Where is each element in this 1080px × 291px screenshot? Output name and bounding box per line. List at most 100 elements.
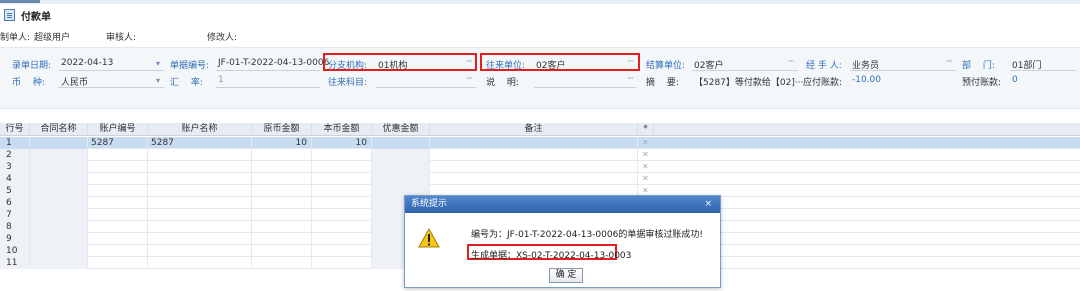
close-icon[interactable]: × (704, 196, 712, 213)
cell-orig-amount[interactable]: 10 (252, 137, 312, 149)
cell-orig-amount[interactable] (252, 245, 312, 257)
col-header-contract[interactable]: 合同名称 (30, 123, 88, 136)
cell-account-no[interactable] (88, 161, 148, 173)
cell-account-no[interactable] (88, 173, 148, 185)
active-tab-indicator[interactable] (0, 0, 40, 3)
cell-row-no[interactable]: 4 (0, 173, 30, 185)
cell-contract[interactable] (30, 209, 88, 221)
cell-account-name[interactable] (148, 149, 252, 161)
col-header-account-name[interactable]: 账户名称 (148, 123, 252, 136)
cell-account-name[interactable] (148, 209, 252, 221)
table-row[interactable]: 3 ✕ (0, 161, 1080, 173)
partner-picker-icon[interactable]: ··· (627, 57, 634, 67)
clear-row-icon[interactable]: ✕ (642, 138, 649, 147)
clear-row-icon[interactable]: ✕ (642, 162, 649, 171)
cell-contract[interactable] (30, 161, 88, 173)
cell-account-name[interactable] (148, 221, 252, 233)
cell-discount[interactable] (372, 137, 430, 149)
cell-contract[interactable] (30, 197, 88, 209)
cell-orig-amount[interactable] (252, 173, 312, 185)
branch-picker-icon[interactable]: ··· (466, 57, 473, 67)
currency-dropdown-icon[interactable]: ▾ (156, 76, 160, 85)
cell-row-no[interactable]: 5 (0, 185, 30, 197)
settle-picker-icon[interactable]: ··· (788, 57, 795, 67)
cell-orig-amount[interactable] (252, 161, 312, 173)
cell-row-no[interactable]: 9 (0, 233, 30, 245)
cell-account-no[interactable] (88, 197, 148, 209)
cell-discount[interactable] (372, 173, 430, 185)
col-header-action[interactable]: * (638, 123, 654, 136)
account-subject-picker-icon[interactable]: ··· (466, 74, 473, 84)
cell-account-name[interactable] (148, 233, 252, 245)
clear-row-icon[interactable]: ✕ (642, 174, 649, 183)
col-header-orig-amount[interactable]: 原币金额 (252, 123, 312, 136)
cell-contract[interactable] (30, 137, 88, 149)
table-row[interactable]: 2 ✕ (0, 149, 1080, 161)
cell-remark[interactable] (430, 173, 638, 185)
clear-row-icon[interactable]: ✕ (642, 186, 649, 195)
cell-account-no[interactable] (88, 185, 148, 197)
partner-input[interactable]: 02客户 (536, 58, 565, 71)
cell-orig-amount[interactable] (252, 257, 312, 269)
cell-discount[interactable] (372, 161, 430, 173)
doc-no-input[interactable]: JF-01-T-2022-04-13-0006 (218, 58, 329, 68)
col-header-remark[interactable]: 备注 (430, 123, 638, 136)
cell-local-amount[interactable] (312, 185, 372, 197)
cell-contract[interactable] (30, 257, 88, 269)
ok-button[interactable]: 确 定 (549, 268, 583, 283)
cell-remark[interactable] (430, 149, 638, 161)
cell-local-amount[interactable] (312, 209, 372, 221)
cell-row-no[interactable]: 8 (0, 221, 30, 233)
cell-row-no[interactable]: 10 (0, 245, 30, 257)
entry-date-dropdown-icon[interactable]: ▾ (156, 59, 160, 68)
cell-local-amount[interactable] (312, 257, 372, 269)
cell-local-amount[interactable] (312, 161, 372, 173)
cell-account-name[interactable] (148, 161, 252, 173)
handler-picker-icon[interactable]: ··· (946, 57, 953, 67)
entry-date-input[interactable]: 2022-04-13 (61, 58, 113, 68)
cell-local-amount[interactable] (312, 245, 372, 257)
cell-account-no[interactable] (88, 245, 148, 257)
cell-local-amount[interactable] (312, 221, 372, 233)
cell-contract[interactable] (30, 149, 88, 161)
cell-local-amount[interactable] (312, 197, 372, 209)
cell-row-no[interactable]: 1 (0, 137, 30, 149)
cell-orig-amount[interactable] (252, 197, 312, 209)
cell-row-no[interactable]: 11 (0, 257, 30, 269)
cell-discount[interactable] (372, 149, 430, 161)
note-picker-icon[interactable]: ··· (627, 74, 634, 84)
cell-account-name[interactable] (148, 197, 252, 209)
cell-contract[interactable] (30, 173, 88, 185)
col-header-local-amount[interactable]: 本币金额 (312, 123, 372, 136)
cell-local-amount[interactable]: 10 (312, 137, 372, 149)
col-header-account-no[interactable]: 账户编号 (88, 123, 148, 136)
cell-account-no[interactable] (88, 233, 148, 245)
cell-contract[interactable] (30, 233, 88, 245)
cell-row-no[interactable]: 2 (0, 149, 30, 161)
cell-account-name[interactable] (148, 245, 252, 257)
clear-row-icon[interactable]: ✕ (642, 150, 649, 159)
cell-remark[interactable] (430, 161, 638, 173)
cell-row-no[interactable]: 6 (0, 197, 30, 209)
branch-input[interactable]: 01机构 (378, 58, 407, 71)
cell-account-no[interactable] (88, 149, 148, 161)
cell-account-name[interactable] (148, 173, 252, 185)
rate-input[interactable]: 1 (218, 75, 224, 85)
summary-input[interactable]: 【5287】等付款给【02]··· (694, 75, 803, 88)
cell-account-name[interactable] (148, 257, 252, 269)
cell-orig-amount[interactable] (252, 209, 312, 221)
cell-orig-amount[interactable] (252, 185, 312, 197)
cell-local-amount[interactable] (312, 233, 372, 245)
cell-account-no[interactable] (88, 209, 148, 221)
cell-local-amount[interactable] (312, 149, 372, 161)
cell-account-name[interactable] (148, 185, 252, 197)
cell-orig-amount[interactable] (252, 233, 312, 245)
cell-account-no[interactable]: 5287 (88, 137, 148, 149)
col-header-discount[interactable]: 优惠金额 (372, 123, 430, 136)
cell-account-no[interactable] (88, 221, 148, 233)
cell-local-amount[interactable] (312, 173, 372, 185)
cell-row-no[interactable]: 3 (0, 161, 30, 173)
cell-orig-amount[interactable] (252, 149, 312, 161)
cell-orig-amount[interactable] (252, 221, 312, 233)
col-header-row-no[interactable]: 行号 (0, 123, 30, 136)
